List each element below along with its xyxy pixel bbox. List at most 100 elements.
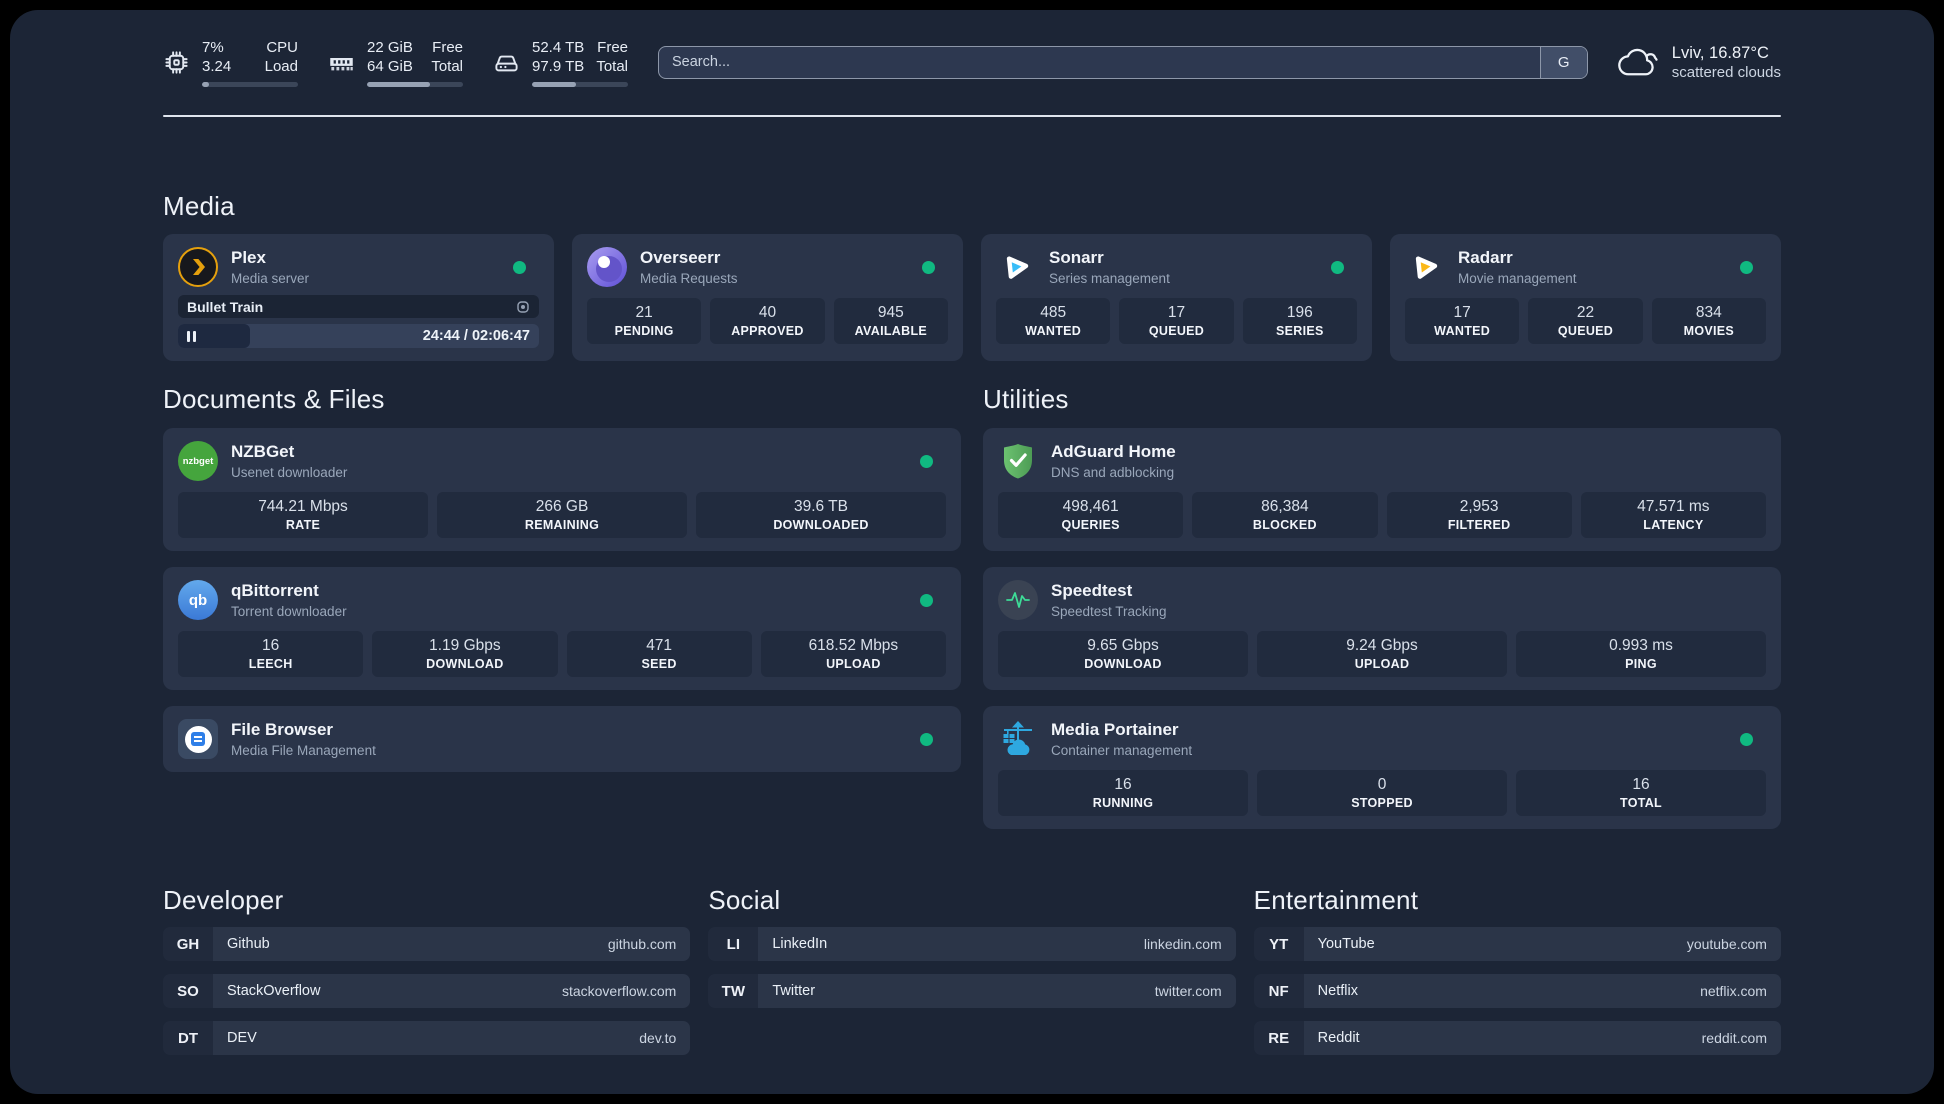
link-abbr: LI xyxy=(708,927,759,961)
app-desc: Media server xyxy=(231,271,310,286)
stat-label: WANTED xyxy=(1025,324,1082,338)
app-desc: DNS and adblocking xyxy=(1051,465,1175,480)
stat-value: 498,461 xyxy=(1062,498,1119,515)
link-reddit[interactable]: RE Reddit reddit.com xyxy=(1253,1021,1781,1055)
stat-value: 618.52 Mbps xyxy=(808,637,899,654)
app-name: Radarr xyxy=(1458,248,1513,267)
link-netflix[interactable]: NF Netflix netflix.com xyxy=(1253,974,1781,1008)
weather-widget: Lviv, 16.87°C scattered clouds xyxy=(1617,43,1781,82)
disk-free-value: 52.4 TB xyxy=(532,38,585,56)
stat-value: 266 GB xyxy=(535,498,589,515)
stat-value: 17 xyxy=(1167,304,1186,321)
dashboard-panel: 7% 3.24 CPU Load 22 GiB 64 GiB Free Tota… xyxy=(10,10,1934,1094)
app-desc: Usenet downloader xyxy=(231,465,348,480)
stat-tile: 86,384 BLOCKED xyxy=(1192,492,1378,538)
stat-value: 9.24 Gbps xyxy=(1346,637,1418,654)
link-name: StackOverflow xyxy=(227,983,321,999)
stat-value: 16 xyxy=(262,637,280,654)
app-card-portainer[interactable]: Media Portainer Container management 16 … xyxy=(983,706,1781,829)
stat-value: 485 xyxy=(1040,304,1067,321)
search-provider-button[interactable]: G xyxy=(1539,46,1587,78)
status-dot-online xyxy=(920,593,933,607)
player-settings-icon[interactable] xyxy=(516,300,530,314)
link-dev[interactable]: DT DEV dev.to xyxy=(163,1021,691,1055)
link-youtube[interactable]: YT YouTube youtube.com xyxy=(1253,927,1781,961)
stat-tile: 17 WANTED xyxy=(1405,298,1520,344)
link-url: dev.to xyxy=(639,1030,677,1046)
app-name: Speedtest xyxy=(1051,581,1133,600)
status-dot-online xyxy=(1331,260,1344,274)
stat-tile: 39.6 TB DOWNLOADED xyxy=(696,492,946,538)
link-url: github.com xyxy=(607,936,677,952)
stat-value: 16 xyxy=(1632,776,1650,793)
stat-value: 196 xyxy=(1286,304,1313,321)
status-dot-online xyxy=(1740,732,1753,746)
stat-value: 834 xyxy=(1695,304,1722,321)
stat-tile: 16 RUNNING xyxy=(998,770,1248,816)
app-card-radarr[interactable]: Radarr Movie management 17 WANTED 22 QUE… xyxy=(1390,234,1781,361)
stat-tile: 9.24 Gbps UPLOAD xyxy=(1257,631,1507,677)
status-dot-online xyxy=(920,454,933,468)
section-documents: Documents & Files nzbget NZBGet Usenet d… xyxy=(163,384,961,829)
player-progress-bar[interactable]: 24:44 / 02:06:47 xyxy=(178,324,539,348)
link-abbr: TW xyxy=(708,974,759,1008)
app-desc: Movie management xyxy=(1458,271,1577,286)
app-card-nzbget[interactable]: nzbget NZBGet Usenet downloader 744.21 M… xyxy=(163,428,961,551)
stat-label: DOWNLOAD xyxy=(426,657,504,671)
app-card-filebrowser[interactable]: File Browser Media File Management xyxy=(163,706,961,772)
app-card-speedtest[interactable]: Speedtest Speedtest Tracking 9.65 Gbps D… xyxy=(983,567,1781,690)
link-linkedin[interactable]: LI LinkedIn linkedin.com xyxy=(708,927,1236,961)
stat-label: PENDING xyxy=(614,324,674,338)
stat-value: 945 xyxy=(877,304,904,321)
app-name: qBittorrent xyxy=(231,581,319,600)
app-card-sonarr[interactable]: Sonarr Series management 485 WANTED 17 Q… xyxy=(981,234,1372,361)
search-input[interactable] xyxy=(659,46,1587,78)
app-card-overseerr[interactable]: Overseerr Media Requests 21 PENDING 40 A… xyxy=(572,234,963,361)
link-abbr: RE xyxy=(1253,1021,1304,1055)
status-dot-online xyxy=(922,260,935,274)
cpu-load-label: Load xyxy=(264,57,298,75)
stat-tile: 2,953 FILTERED xyxy=(1386,492,1572,538)
status-dot-online xyxy=(920,732,933,746)
stat-label: DOWNLOADED xyxy=(773,518,869,532)
nzbget-icon: nzbget xyxy=(178,441,218,481)
link-abbr: GH xyxy=(163,927,213,961)
plex-icon xyxy=(178,247,218,287)
stat-label: RATE xyxy=(285,518,321,532)
link-name: LinkedIn xyxy=(772,936,828,952)
app-desc: Torrent downloader xyxy=(231,604,347,619)
stat-label: UPLOAD xyxy=(826,657,881,671)
link-name: Twitter xyxy=(772,983,816,999)
stat-label: SEED xyxy=(641,657,677,671)
link-github[interactable]: GH Github github.com xyxy=(163,927,691,961)
stat-label: QUERIES xyxy=(1061,518,1120,532)
app-name: Sonarr xyxy=(1049,248,1104,267)
qbittorrent-icon-text: qb xyxy=(188,591,208,609)
section-title-social: Social xyxy=(708,885,781,915)
link-url: twitter.com xyxy=(1154,983,1222,999)
app-card-adguard[interactable]: AdGuard Home DNS and adblocking 498,461 … xyxy=(983,428,1781,551)
app-card-qbittorrent[interactable]: qb qBittorrent Torrent downloader 16 LEE… xyxy=(163,567,961,690)
system-stats: 7% 3.24 CPU Load 22 GiB 64 GiB Free Tota… xyxy=(163,38,628,87)
stat-label: BLOCKED xyxy=(1252,518,1317,532)
app-card-plex[interactable]: Plex Media server Bullet Train 24:44 / 0… xyxy=(163,234,554,361)
section-title-entertainment: Entertainment xyxy=(1253,885,1419,915)
disk-stat: 52.4 TB 97.9 TB Free Total xyxy=(493,38,628,87)
link-url: stackoverflow.com xyxy=(561,983,677,999)
section-title-media: Media xyxy=(163,191,235,221)
stat-tile: 47.571 ms LATENCY xyxy=(1580,492,1766,538)
link-name: Netflix xyxy=(1317,983,1358,999)
link-twitter[interactable]: TW Twitter twitter.com xyxy=(708,974,1236,1008)
link-name: DEV xyxy=(227,1030,257,1046)
cpu-label: CPU xyxy=(266,38,298,56)
app-name: NZBGet xyxy=(231,442,295,461)
cloud-icon xyxy=(1617,48,1658,76)
stat-value: 21 xyxy=(635,304,653,321)
cpu-load-value: 3.24 xyxy=(202,57,232,75)
section-title-developer: Developer xyxy=(163,885,284,915)
link-stackoverflow[interactable]: SO StackOverflow stackoverflow.com xyxy=(163,974,691,1008)
stat-tile: 471 SEED xyxy=(566,631,752,677)
app-desc: Container management xyxy=(1051,743,1193,758)
app-desc: Speedtest Tracking xyxy=(1051,604,1167,619)
pause-icon[interactable] xyxy=(187,330,196,342)
